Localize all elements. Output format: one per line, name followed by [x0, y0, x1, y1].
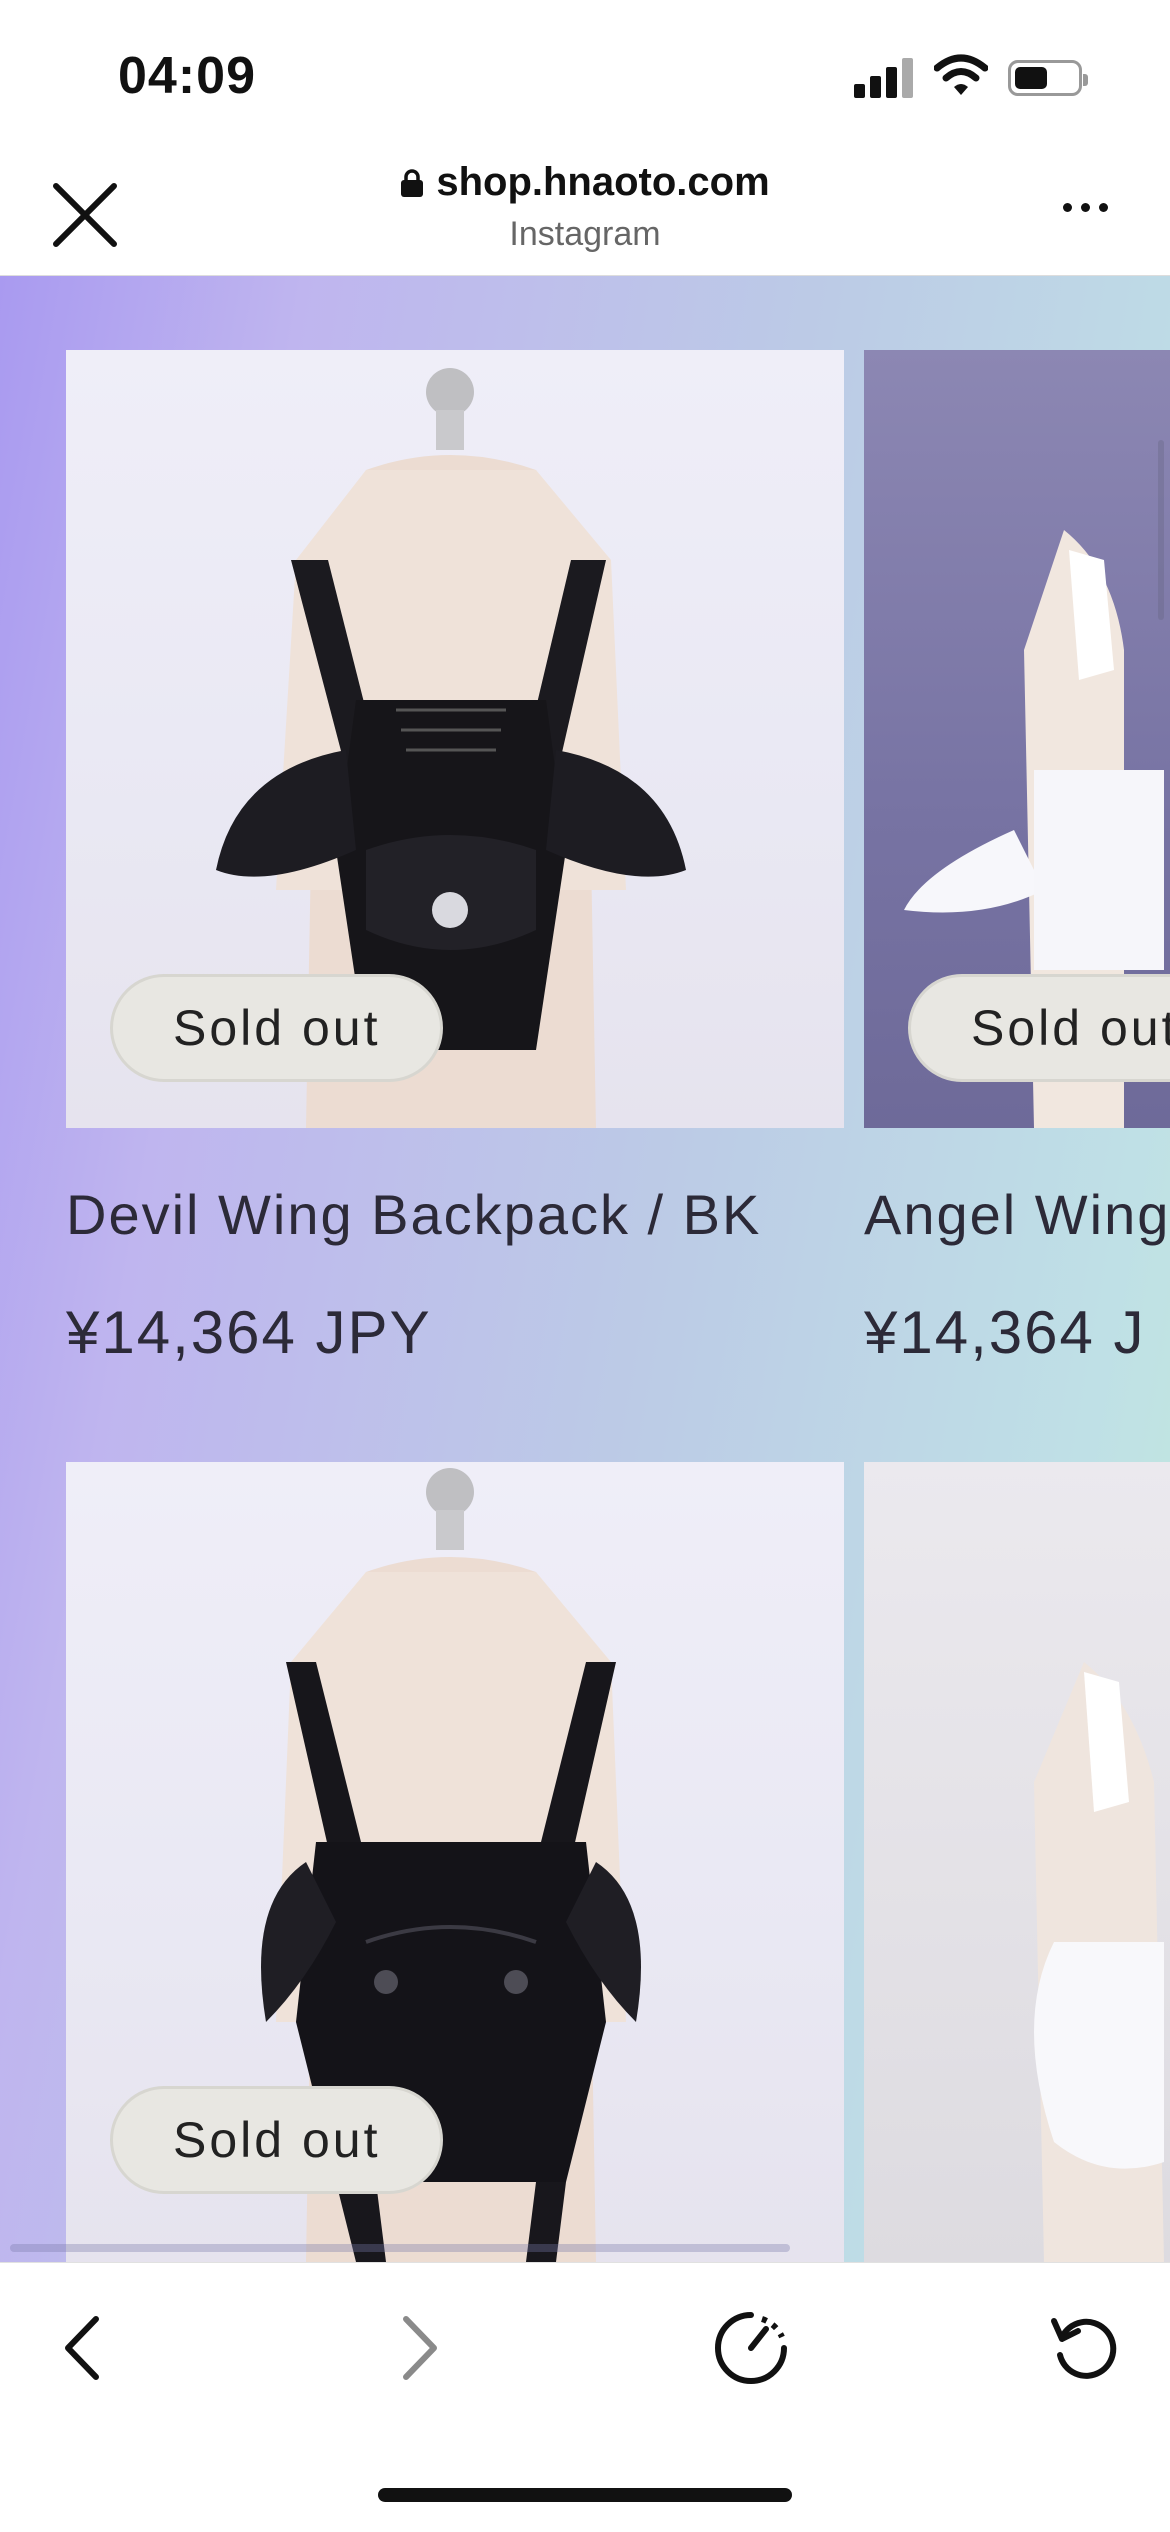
- product-image[interactable]: [864, 1462, 1170, 2262]
- speedometer-icon[interactable]: [706, 2303, 796, 2393]
- browser-source-label: Instagram: [509, 215, 661, 253]
- status-time: 04:09: [118, 47, 256, 105]
- in-app-browser-header: shop.hnaoto.com Instagram: [0, 140, 1170, 276]
- chevron-left-icon[interactable]: [38, 2303, 128, 2393]
- home-indicator[interactable]: [378, 2488, 792, 2502]
- sold-out-badge: Sold out: [908, 974, 1170, 1082]
- product-title[interactable]: Devil Wing Backpack / BK: [66, 1182, 761, 1247]
- sold-out-badge: Sold out: [110, 974, 444, 1082]
- status-bar: 04:09: [0, 0, 1170, 140]
- product-image[interactable]: Sold out: [66, 1462, 844, 2262]
- sold-out-badge: Sold out: [110, 2086, 444, 2194]
- chevron-right-icon[interactable]: [374, 2303, 464, 2393]
- horizontal-scrollbar[interactable]: [10, 2244, 790, 2252]
- product-grid: Sold out Devil Wing Backpack / BK ¥14,36…: [0, 276, 1170, 2262]
- more-icon[interactable]: [1050, 192, 1120, 222]
- lock-icon: [401, 168, 424, 197]
- url-domain: shop.hnaoto.com: [436, 160, 770, 204]
- product-title[interactable]: Angel Wing: [864, 1182, 1170, 1247]
- cellular-signal-icon: [854, 58, 916, 98]
- address-bar[interactable]: shop.hnaoto.com Instagram: [0, 160, 1170, 254]
- vertical-scrollbar[interactable]: [1158, 440, 1164, 620]
- reload-icon[interactable]: [1040, 2303, 1130, 2393]
- product-image[interactable]: Sold out: [66, 350, 844, 1128]
- product-image[interactable]: Sold out: [864, 350, 1170, 1128]
- wifi-icon: [934, 54, 988, 95]
- product-price: ¥14,364 J: [864, 1299, 1146, 1366]
- battery-icon: [1008, 60, 1088, 96]
- product-price: ¥14,364 JPY: [66, 1299, 432, 1366]
